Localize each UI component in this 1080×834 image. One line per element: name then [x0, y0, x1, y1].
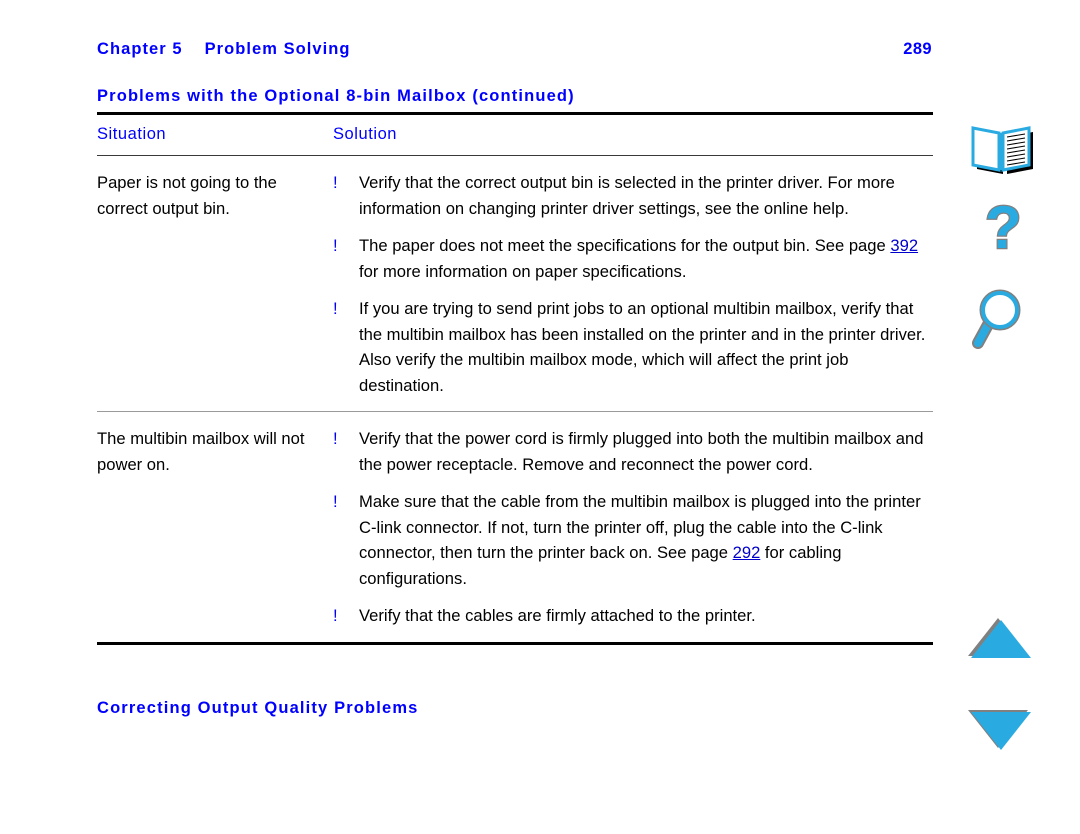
page-content: Chapter 5 Problem Solving 289 Problems wi…	[97, 40, 933, 718]
bullet-marker-icon: !	[333, 299, 338, 318]
navigation-rail: ?	[965, 0, 1055, 834]
next-page-button[interactable]	[965, 706, 1045, 754]
table-row: Paper is not going to the correct output…	[97, 156, 933, 411]
page-cross-reference-link[interactable]: 292	[733, 543, 761, 562]
contents-button[interactable]	[965, 120, 1045, 176]
list-item: ! The paper does not meet the specificat…	[333, 233, 933, 284]
text-before-link: If you are trying to send print jobs to …	[359, 299, 926, 395]
page-cross-reference-link[interactable]: 392	[890, 236, 918, 255]
previous-page-button[interactable]	[965, 616, 1045, 664]
page-number: 289	[903, 40, 932, 58]
chapter-label: Chapter 5	[97, 40, 183, 58]
list-item: ! Make sure that the cable from the mult…	[333, 489, 933, 591]
bullet-marker-icon: !	[333, 236, 338, 255]
text-before-link: Verify that the power cord is firmly plu…	[359, 429, 924, 474]
triangle-down-icon	[965, 706, 1045, 754]
bullet-marker-icon: !	[333, 173, 338, 192]
column-header-solution: Solution	[333, 125, 398, 143]
list-item-text: Verify that the correct output bin is se…	[359, 170, 933, 221]
column-header-situation: Situation	[97, 125, 167, 143]
running-header: Chapter 5 Problem Solving 289	[97, 40, 933, 70]
bullet-marker-icon: !	[333, 492, 338, 511]
list-item: ! Verify that the power cord is firmly p…	[333, 426, 933, 477]
document-page: Chapter 5 Problem Solving 289 Problems wi…	[0, 0, 1080, 834]
cell-solution: ! Verify that the correct output bin is …	[333, 170, 933, 398]
list-item: ! If you are trying to send print jobs t…	[333, 296, 933, 398]
table-title: Problems with the Optional 8-bin Mailbox…	[97, 87, 575, 105]
troubleshooting-table: Situation Solution Paper is not going to…	[97, 112, 933, 645]
help-button[interactable]: ?	[965, 196, 1045, 262]
cell-situation: Paper is not going to the correct output…	[97, 173, 277, 218]
list-item-text: Verify that the power cord is firmly plu…	[359, 426, 933, 477]
table-bottom-rule	[97, 641, 933, 645]
open-book-icon	[965, 120, 1045, 176]
text-before-link: The paper does not meet the specificatio…	[359, 236, 891, 255]
svg-text:?: ?	[985, 196, 1022, 261]
cell-solution: ! Verify that the power cord is firmly p…	[333, 426, 933, 629]
text-after-link: for more information on paper specificat…	[359, 261, 687, 281]
list-item-text: The paper does not meet the specificatio…	[359, 233, 933, 284]
bullet-marker-icon: !	[333, 429, 338, 448]
breadcrumb: Chapter 5 Problem Solving	[97, 40, 351, 59]
text-before-link: Verify that the correct output bin is se…	[359, 173, 895, 218]
section-heading: Correcting Output Quality Problems	[97, 698, 419, 717]
cell-situation: The multibin mailbox will not power on.	[97, 429, 305, 474]
text-before-link: Verify that the cables are firmly attach…	[359, 606, 756, 625]
list-item-text: Verify that the cables are firmly attach…	[359, 603, 933, 629]
list-item-text: If you are trying to send print jobs to …	[359, 296, 933, 398]
table-header-row: Situation Solution	[97, 115, 933, 156]
list-item-text: Make sure that the cable from the multib…	[359, 489, 933, 591]
magnifier-icon	[965, 288, 1045, 350]
question-mark-icon: ?	[965, 196, 1045, 262]
table-row: The multibin mailbox will not power on. …	[97, 411, 933, 642]
search-button[interactable]	[965, 288, 1045, 350]
list-item: ! Verify that the correct output bin is …	[333, 170, 933, 221]
chapter-title: Problem Solving	[204, 40, 351, 58]
triangle-up-icon	[965, 616, 1045, 664]
list-item: ! Verify that the cables are firmly atta…	[333, 603, 933, 629]
bullet-marker-icon: !	[333, 606, 338, 625]
